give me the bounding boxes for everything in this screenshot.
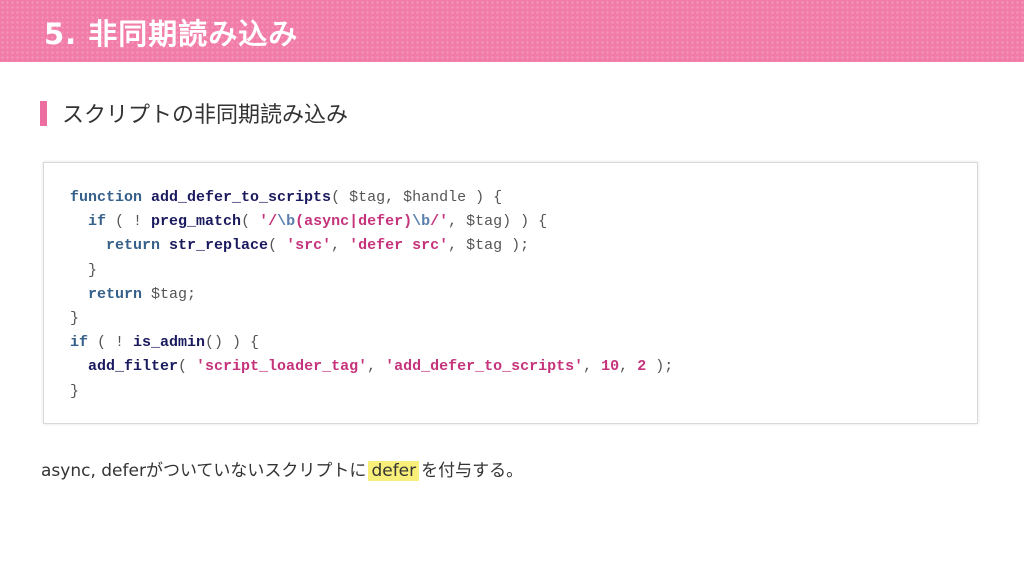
caption-after: を付与する。: [421, 461, 524, 481]
code-token: 'script_loader_tag': [196, 358, 368, 376]
code-line-4: }: [70, 259, 673, 283]
section-heading: スクリプトの非同期読み込み: [62, 103, 349, 128]
code-token: add_filter: [88, 358, 179, 376]
code-line-2: if ( ! preg_match( '/\b(async|defer)\b/'…: [70, 210, 673, 234]
code-token: 'defer src': [349, 237, 449, 255]
code-token: ( $tag, $handle ) {: [331, 189, 503, 206]
code-token: ,: [367, 358, 386, 376]
code-token: ( !: [88, 334, 134, 352]
code-token: (: [178, 358, 197, 376]
code-token: \b: [277, 213, 296, 231]
code-token: is_admin: [133, 334, 206, 352]
code-line-9: }: [70, 380, 673, 404]
code-token: /': [430, 213, 449, 231]
code-token: );: [646, 358, 674, 376]
code-token: add_defer_to_scripts: [151, 189, 332, 206]
code-token: return: [88, 285, 143, 303]
caption-highlight: defer: [368, 461, 420, 481]
code-token: }: [70, 309, 80, 327]
code-line-6: }: [70, 307, 673, 331]
code-token: $tag;: [142, 285, 197, 303]
code-token: ,: [583, 358, 602, 376]
code-token: str_replace: [169, 237, 269, 255]
caption-text: async, deferがついていないスクリプトに defer を付与する。: [41, 456, 523, 481]
code-token: 10: [601, 358, 620, 376]
code-line-8: add_filter( 'script_loader_tag', 'add_de…: [70, 355, 673, 379]
code-token: '/: [259, 213, 278, 231]
code-block: function add_defer_to_scripts( $tag, $ha…: [43, 162, 978, 424]
slide-title: 5. 非同期読み込み: [44, 17, 299, 51]
code-token: if: [70, 334, 89, 352]
code-token: () ) {: [205, 334, 260, 352]
code-token: }: [70, 261, 98, 279]
code-token: , $tag );: [448, 237, 530, 255]
code-token: (: [268, 237, 287, 255]
code-token: ,: [331, 237, 350, 255]
code-line-3: return str_replace( 'src', 'defer src', …: [70, 234, 673, 258]
code-token: }: [70, 382, 80, 400]
code-line-7: if ( ! is_admin() ) {: [70, 331, 673, 355]
code-token: 'add_defer_to_scripts': [385, 358, 584, 376]
code-token: \b: [412, 213, 431, 231]
slide-header: 5. 非同期読み込み: [0, 0, 1024, 62]
section-accent-bar: [40, 101, 47, 126]
code-token: 2: [637, 358, 647, 376]
code-listing: function add_defer_to_scripts( $tag, $ha…: [70, 186, 673, 404]
code-token: ( !: [106, 213, 152, 231]
code-token: if: [88, 213, 107, 231]
code-line-5: return $tag;: [70, 283, 673, 307]
code-line-1: function add_defer_to_scripts( $tag, $ha…: [70, 186, 673, 210]
code-token: (: [241, 213, 260, 231]
code-token: ,: [619, 358, 638, 376]
caption-before: async, deferがついていないスクリプトに: [41, 461, 367, 481]
code-token: 'src': [286, 237, 332, 255]
code-token: preg_match: [151, 213, 242, 231]
code-token: function: [70, 189, 143, 206]
code-token: (async|defer): [295, 213, 413, 231]
code-token: , $tag) ) {: [448, 213, 548, 231]
code-token: return: [106, 237, 161, 255]
